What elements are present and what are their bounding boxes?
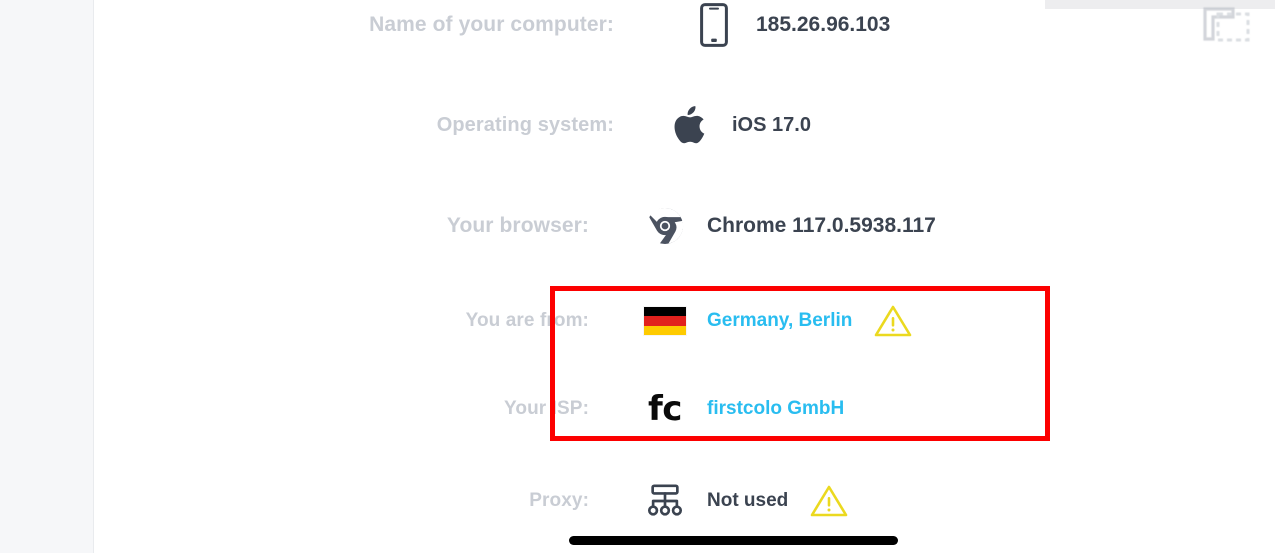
apple-icon — [662, 105, 718, 145]
label-proxy: Proxy: — [529, 490, 589, 511]
info-panel: Name of your computer: 185.26.96.103 Ope… — [95, 0, 1275, 553]
value-proxy: Not used — [707, 490, 789, 511]
label-browser: Your browser: — [446, 214, 589, 237]
label-computer-name: Name of your computer: — [369, 13, 614, 36]
smartphone-icon — [686, 3, 742, 47]
firstcolo-wordmark: fc — [648, 389, 682, 429]
warning-icon-proxy[interactable] — [810, 484, 848, 518]
warning-icon-location[interactable] — [874, 304, 912, 338]
proxy-network-icon — [637, 482, 693, 520]
value-computer-name: 185.26.96.103 — [756, 13, 891, 36]
sidebar-rail — [0, 0, 94, 553]
row-browser: Your browser: Chrome 117.0.5938.117 — [95, 201, 1095, 251]
value-browser: Chrome 117.0.5938.117 — [707, 214, 936, 237]
value-isp[interactable]: firstcolo GmbH — [693, 398, 844, 420]
label-operating-system: Operating system: — [436, 113, 614, 136]
value-location[interactable]: Germany, Berlin — [693, 310, 852, 332]
value-operating-system: iOS 17.0 — [732, 113, 811, 136]
horizontal-scrollbar[interactable] — [190, 533, 1275, 553]
label-location: You are from: — [465, 310, 589, 331]
row-computer-name: Name of your computer: 185.26.96.103 — [95, 0, 1095, 50]
firstcolo-logo-icon: fc — [637, 392, 693, 426]
row-proxy: Proxy: Not used — [95, 476, 1095, 526]
row-location: You are from: Germany, Berlin — [95, 296, 1095, 346]
row-operating-system: Operating system: iOS 17.0 — [95, 100, 1095, 150]
label-isp: Your ISP: — [504, 398, 589, 419]
row-isp: Your ISP: fc firstcolo GmbH — [95, 384, 1095, 434]
chrome-icon — [637, 207, 693, 245]
flag-germany-icon — [637, 307, 693, 335]
scrollbar-thumb[interactable] — [569, 536, 898, 545]
